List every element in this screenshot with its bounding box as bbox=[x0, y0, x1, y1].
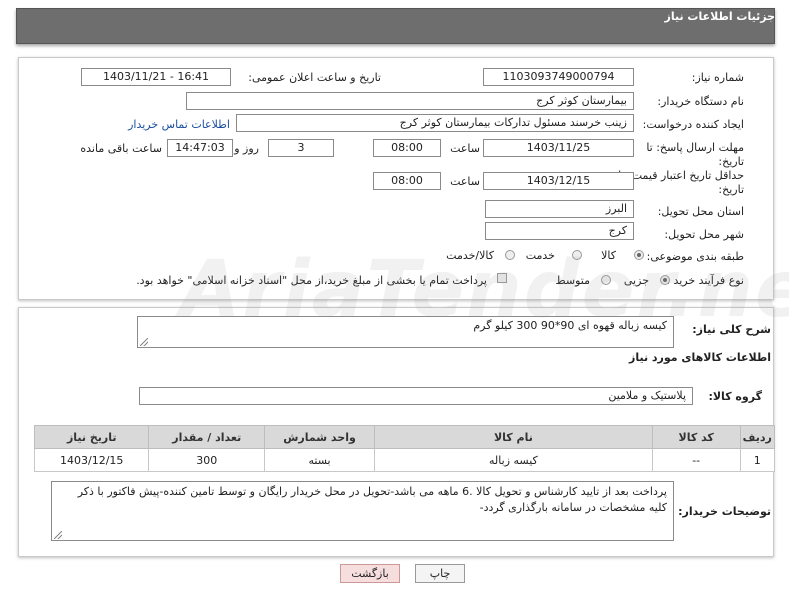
need-number-field: 1103093749000794 bbox=[483, 68, 634, 86]
cell-need-date: 1403/12/15 bbox=[33, 448, 150, 472]
buyer-notes-textarea[interactable]: پرداخت بعد از تایید کارشناس و تحویل کالا… bbox=[51, 481, 674, 541]
province-field: البرز bbox=[485, 200, 634, 218]
creator-field: زینب خرسند مسئول تدارکات بیمارستان کوثر … bbox=[236, 114, 634, 132]
col-header-need-date: تاریخ نیاز bbox=[33, 425, 150, 449]
remaining-days-field: 3 bbox=[268, 139, 334, 157]
goods-info-title: اطلاعات کالاهای مورد نیاز bbox=[629, 351, 771, 364]
col-header-item-code: کد کالا bbox=[651, 425, 741, 449]
buyer-org-label: نام دستگاه خریدار: bbox=[657, 95, 744, 108]
buyer-org-field: بیمارستان کوثر کرج bbox=[186, 92, 634, 110]
province-label: استان محل تحویل: bbox=[657, 205, 744, 218]
reply-deadline-label: مهلت ارسال پاسخ: تا bbox=[646, 141, 744, 154]
cell-item-name: کیسه زباله bbox=[374, 448, 653, 472]
resize-grip-icon[interactable] bbox=[140, 338, 148, 346]
table-row: 1 -- کیسه زباله بسته 300 1403/12/15 bbox=[33, 448, 776, 472]
city-field: کرج bbox=[485, 222, 634, 240]
goods-table: ردیف کد کالا نام کالا واحد شمارش تعداد /… bbox=[33, 425, 776, 472]
remaining-days-label: روز و bbox=[234, 142, 259, 155]
buyer-notes-label: توضیحات خریدار: bbox=[678, 505, 771, 518]
validity-time-field: 08:00 bbox=[373, 172, 441, 190]
announce-datetime-field: 1403/11/21 - 16:41 bbox=[81, 68, 231, 86]
page-header bbox=[16, 8, 775, 44]
creator-label: ایجاد کننده درخواست: bbox=[642, 118, 744, 131]
price-validity-label: حداقل تاریخ اعتبار قیمت: تا bbox=[618, 169, 744, 182]
page-title: جزئیات اطلاعات نیاز bbox=[664, 10, 776, 23]
reply-time-label: ساعت bbox=[450, 142, 480, 155]
col-header-quantity: تعداد / مقدار bbox=[148, 425, 266, 449]
col-header-item-name: نام کالا bbox=[374, 425, 653, 449]
col-header-row-number: ردیف bbox=[739, 425, 776, 449]
back-button[interactable]: بازگشت bbox=[340, 564, 400, 583]
remaining-time-field: 14:47:03 bbox=[167, 139, 233, 157]
need-number-label: شماره نیاز: bbox=[691, 71, 744, 84]
goods-table-header-row: ردیف کد کالا نام کالا واحد شمارش تعداد /… bbox=[33, 425, 776, 449]
col-header-unit: واحد شمارش bbox=[264, 425, 376, 449]
cell-quantity: 300 bbox=[148, 448, 266, 472]
resize-grip-icon[interactable] bbox=[54, 531, 62, 539]
print-button[interactable]: چاپ bbox=[415, 564, 465, 583]
cell-row-number: 1 bbox=[739, 448, 776, 472]
watermark-logo: AriaTender.neT bbox=[180, 245, 789, 335]
buyer-notes-text: پرداخت بعد از تایید کارشناس و تحویل کالا… bbox=[77, 485, 667, 514]
announce-datetime-label: تاریخ و ساعت اعلان عمومی: bbox=[248, 71, 381, 84]
goods-group-label: گروه کالا: bbox=[708, 390, 762, 403]
reply-time-field: 08:00 bbox=[373, 139, 441, 157]
reply-deadline-label-date: تاریخ: bbox=[718, 155, 744, 168]
remaining-time-label: ساعت باقی مانده bbox=[80, 142, 162, 155]
buyer-contact-link[interactable]: اطلاعات تماس خریدار bbox=[128, 118, 230, 131]
price-validity-label-date: تاریخ: bbox=[718, 183, 744, 196]
validity-time-label: ساعت bbox=[450, 175, 480, 188]
city-label: شهر محل تحویل: bbox=[664, 228, 744, 241]
cell-item-code: -- bbox=[651, 448, 741, 472]
reply-date-field: 1403/11/25 bbox=[483, 139, 634, 157]
validity-date-field: 1403/12/15 bbox=[483, 172, 634, 190]
cell-unit: بسته bbox=[264, 448, 376, 472]
goods-group-field: پلاستیک و ملامین bbox=[139, 387, 693, 405]
